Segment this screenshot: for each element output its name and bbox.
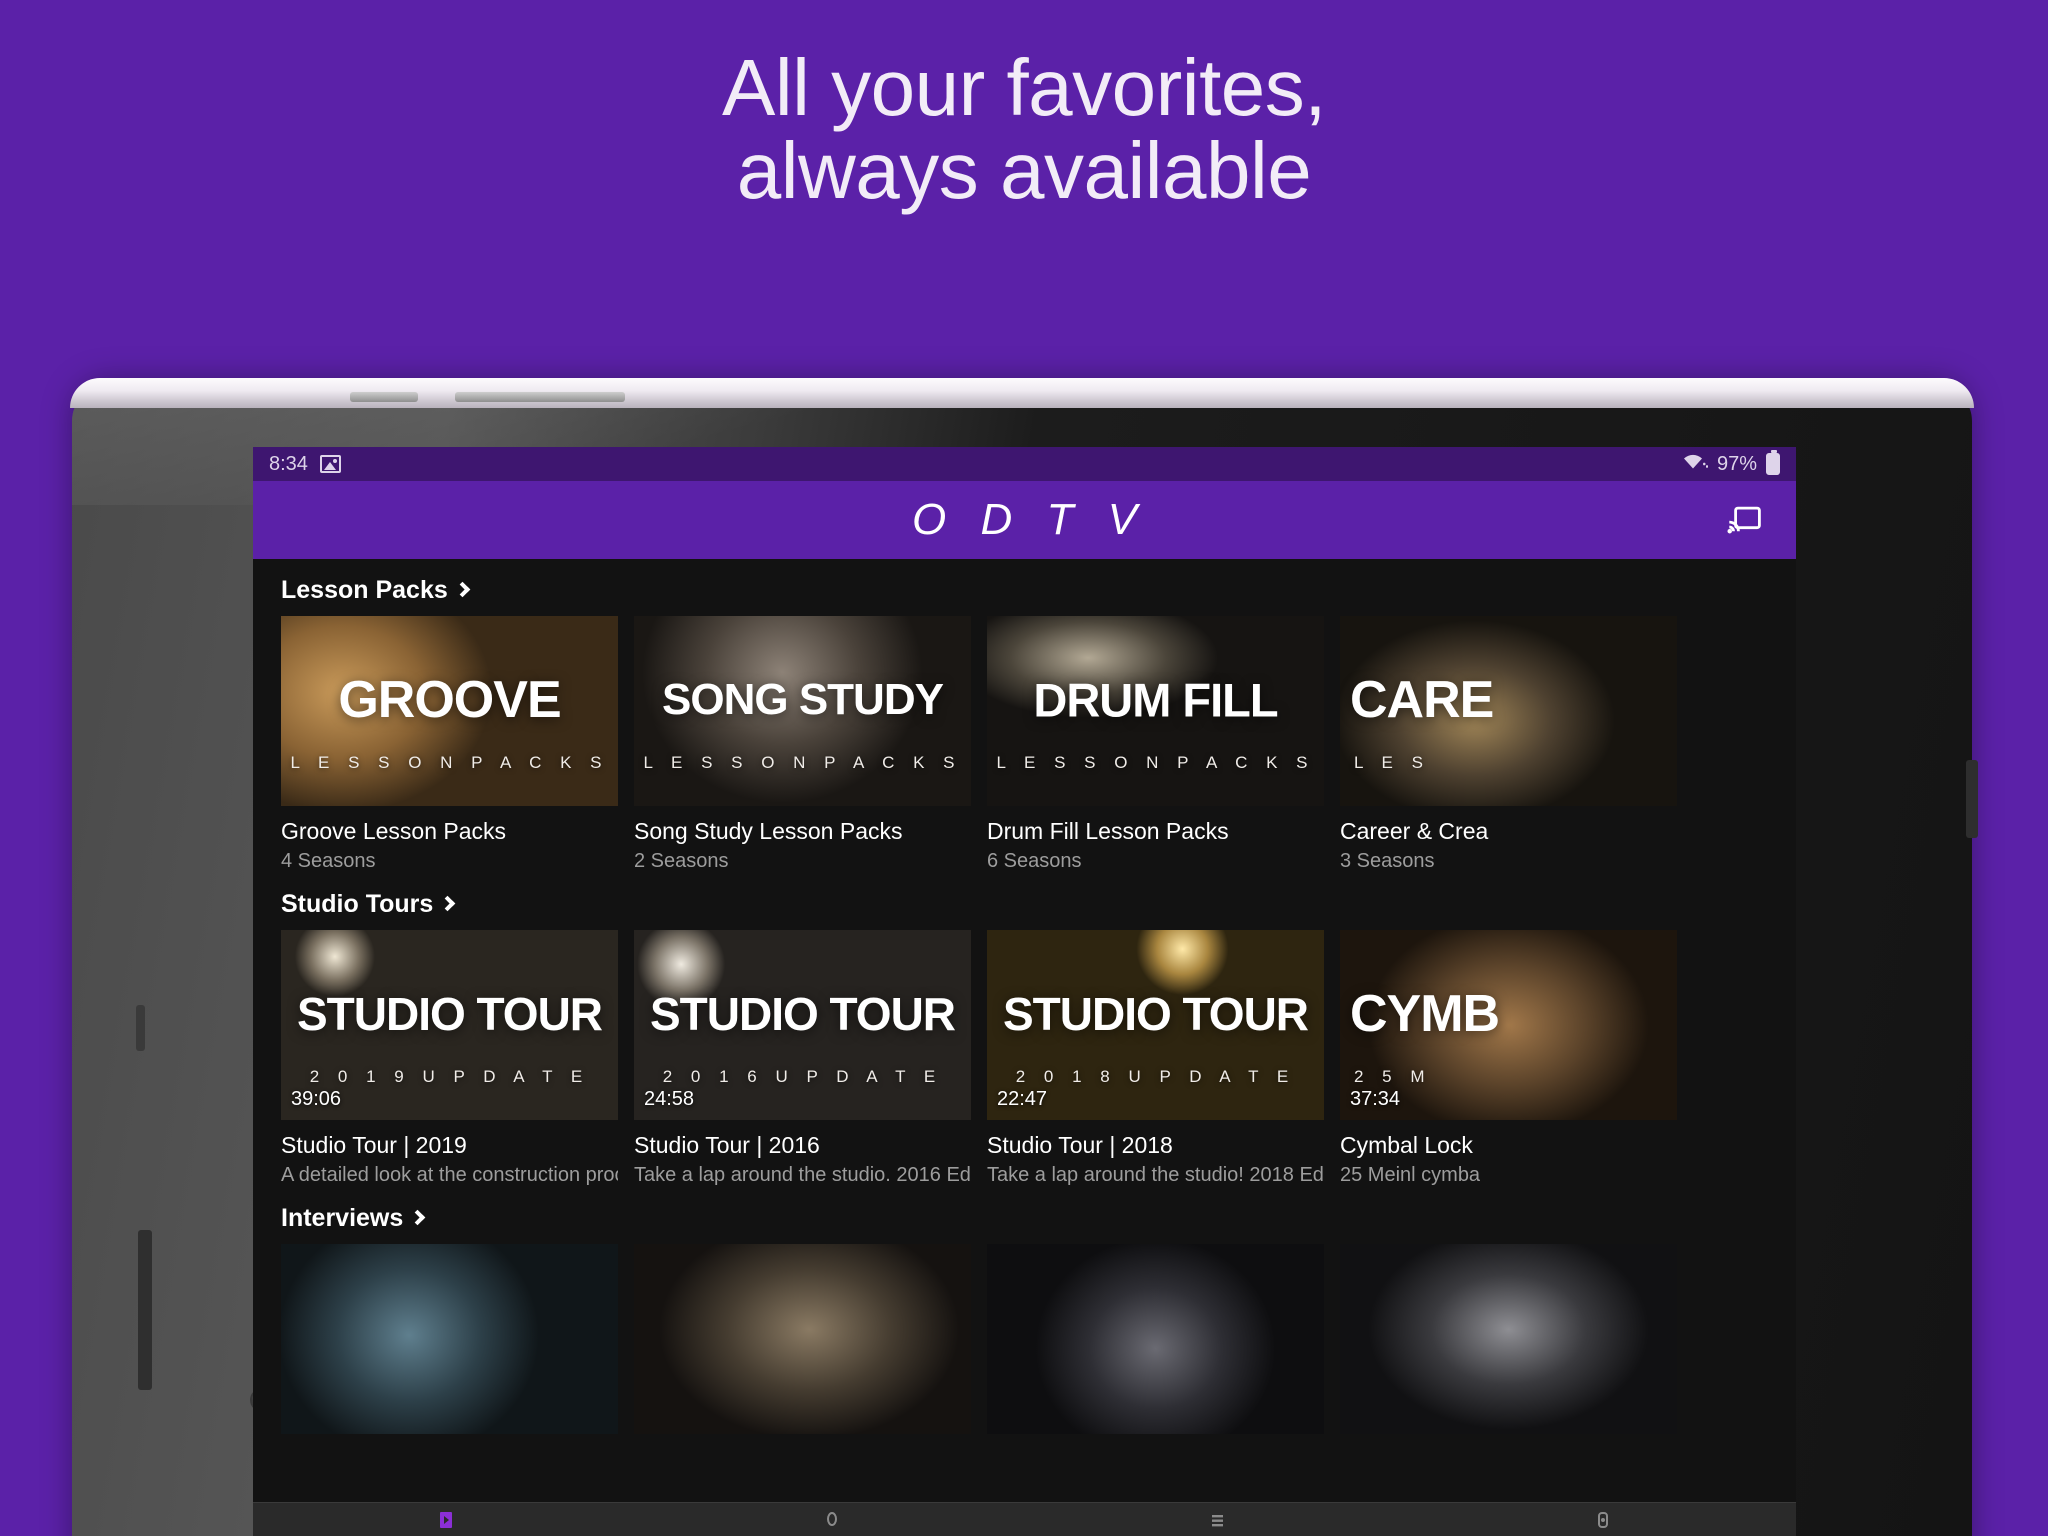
headline-line-2: always available <box>736 126 1312 216</box>
marketing-headline: All your favorites, always available <box>0 46 2048 212</box>
section-header-interviews[interactable]: Interviews <box>253 1187 1796 1244</box>
media-card[interactable] <box>1340 1244 1677 1434</box>
section-title: Interviews <box>281 1204 404 1232</box>
tablet-screen: 8:34 97% O D T V Lesson Packs GROOVE L E… <box>253 447 1796 1536</box>
device-button-right <box>1966 760 1978 838</box>
card-subtitle: Take a lap around the studio. 2016 Editi… <box>634 1164 971 1186</box>
media-card[interactable]: DRUM FILL L E S S O N P A C K S Drum Fil… <box>987 616 1324 873</box>
card-subtitle: 3 Seasons <box>1340 850 1435 872</box>
nav-item-video-library[interactable] <box>253 1503 639 1536</box>
section-header-lesson-packs[interactable]: Lesson Packs <box>253 559 1796 616</box>
thumbnail-overlay-subtitle: 2 0 1 9 U P D A T E <box>309 1066 590 1086</box>
chevron-right-icon[interactable] <box>454 581 471 598</box>
app-bar: O D T V <box>253 481 1796 559</box>
battery-percent: 97% <box>1716 452 1757 475</box>
thumbnail-overlay-title: STUDIO TOUR <box>296 987 603 1040</box>
card-thumbnail[interactable] <box>1340 1244 1677 1434</box>
media-card[interactable] <box>634 1244 971 1434</box>
chevron-right-icon[interactable] <box>440 895 456 912</box>
media-card[interactable]: STUDIO TOUR 2 0 1 8 U P D A T E 22:47 St… <box>987 930 1324 1187</box>
media-card[interactable]: STUDIO TOUR 2 0 1 6 U P D A T E 24:58 St… <box>634 930 971 1187</box>
card-title: Studio Tour | 2016 <box>634 1132 820 1158</box>
section-title: Studio Tours <box>281 890 434 918</box>
card-title: Groove Lesson Packs <box>281 818 507 844</box>
cast-icon[interactable] <box>1724 500 1764 540</box>
thumbnail-overlay-title: STUDIO TOUR <box>649 987 956 1040</box>
card-thumbnail[interactable]: GROOVE L E S S O N P A C K S <box>281 616 618 806</box>
thumbnail-overlay-subtitle: L E S S O N P A C K S <box>290 752 609 772</box>
card-thumbnail[interactable]: CARE L E S <box>1340 616 1677 806</box>
nav-item-list-menu[interactable] <box>1025 1503 1411 1536</box>
card-title: Drum Fill Lesson Packs <box>987 818 1229 844</box>
card-thumbnail[interactable] <box>634 1244 971 1434</box>
device-button-left-mid <box>138 1230 152 1390</box>
media-card[interactable]: STUDIO TOUR 2 0 1 9 U P D A T E 39:06 St… <box>281 930 618 1187</box>
duration-badge: 37:34 <box>1350 1088 1401 1110</box>
media-card[interactable] <box>987 1244 1324 1434</box>
media-card[interactable]: SONG STUDY L E S S O N P A C K S Song St… <box>634 616 971 873</box>
thumbnail-overlay-subtitle: 2 5 M <box>1354 1066 1432 1086</box>
media-card[interactable]: GROOVE L E S S O N P A C K S Groove Less… <box>281 616 618 873</box>
device-button-left-top <box>136 1005 145 1051</box>
carousel-interviews[interactable] <box>253 1244 1796 1434</box>
card-thumbnail[interactable]: STUDIO TOUR 2 0 1 6 U P D A T E 24:58 <box>634 930 971 1120</box>
card-thumbnail[interactable]: DRUM FILL L E S S O N P A C K S <box>987 616 1324 806</box>
nav-item-search[interactable] <box>639 1503 1025 1536</box>
card-subtitle: A detailed look at the construction proc… <box>281 1164 618 1186</box>
carousel-studio-tours[interactable]: STUDIO TOUR 2 0 1 9 U P D A T E 39:06 St… <box>253 930 1796 1187</box>
section-title: Lesson Packs <box>281 576 448 604</box>
thumbnail-overlay-subtitle: 2 0 1 6 U P D A T E <box>662 1066 943 1086</box>
nav-item-account[interactable] <box>1410 1503 1796 1536</box>
battery-icon <box>1766 450 1780 475</box>
thumbnail-overlay-subtitle: 2 0 1 8 U P D A T E <box>1015 1066 1296 1086</box>
card-thumbnail[interactable] <box>987 1244 1324 1434</box>
card-thumbnail[interactable]: SONG STUDY L E S S O N P A C K S <box>634 616 971 806</box>
chevron-right-icon[interactable] <box>410 1209 426 1226</box>
content-area[interactable]: Lesson Packs GROOVE L E S S O N P A C K … <box>253 559 1796 1536</box>
media-card[interactable]: CYMB 2 5 M 37:34 Cymbal Lock 25 Meinl cy… <box>1340 930 1677 1187</box>
bottom-navigation-bar[interactable] <box>253 1502 1796 1536</box>
thumbnail-overlay-title: DRUM FILL <box>1033 673 1278 727</box>
status-bar-time: 8:34 <box>269 452 308 475</box>
card-subtitle: 6 Seasons <box>987 850 1082 872</box>
thumbnail-overlay-subtitle: L E S S O N P A C K S <box>996 752 1315 772</box>
thumbnail-overlay-title: CYMB <box>1350 984 1500 1043</box>
card-subtitle: 2 Seasons <box>634 850 729 872</box>
media-card[interactable] <box>281 1244 618 1434</box>
thumbnail-overlay-subtitle: L E S S O N P A C K S <box>643 752 962 772</box>
thumbnail-overlay-title: SONG STUDY <box>662 674 944 724</box>
thumbnail-overlay-subtitle: L E S <box>1354 752 1430 772</box>
carousel-lesson-packs[interactable]: GROOVE L E S S O N P A C K S Groove Less… <box>253 616 1796 873</box>
rim-notch-b <box>455 392 625 402</box>
tablet-top-rim <box>70 378 1974 408</box>
card-subtitle: 4 Seasons <box>281 850 376 872</box>
card-thumbnail[interactable]: CYMB 2 5 M 37:34 <box>1340 930 1677 1120</box>
thumbnail-overlay-title: GROOVE <box>338 670 561 729</box>
card-title: Cymbal Lock <box>1340 1132 1473 1158</box>
card-title: Career & Crea <box>1340 818 1489 844</box>
thumbnail-overlay-title: STUDIO TOUR <box>1002 987 1309 1040</box>
status-bar: 8:34 97% <box>253 447 1796 481</box>
duration-badge: 22:47 <box>997 1088 1048 1110</box>
thumbnail-overlay-title: CARE <box>1350 670 1494 729</box>
section-header-studio-tours[interactable]: Studio Tours <box>253 873 1796 930</box>
wifi-icon <box>1682 451 1708 477</box>
headline-line-1: All your favorites, <box>721 43 1327 132</box>
card-thumbnail[interactable]: STUDIO TOUR 2 0 1 8 U P D A T E 22:47 <box>987 930 1324 1120</box>
card-subtitle: 25 Meinl cymba <box>1340 1164 1481 1186</box>
card-title: Studio Tour | 2018 <box>987 1132 1173 1158</box>
duration-badge: 39:06 <box>291 1088 342 1110</box>
rim-notch-a <box>350 392 418 402</box>
card-title: Studio Tour | 2019 <box>281 1132 467 1158</box>
card-subtitle: Take a lap around the studio! 2018 Editi… <box>987 1164 1324 1186</box>
card-thumbnail[interactable]: STUDIO TOUR 2 0 1 9 U P D A T E 39:06 <box>281 930 618 1120</box>
card-title: Song Study Lesson Packs <box>634 818 903 844</box>
media-card[interactable]: CARE L E S Career & Crea 3 Seasons <box>1340 616 1677 873</box>
app-brand-title: O D T V <box>912 495 1148 544</box>
card-thumbnail[interactable] <box>281 1244 618 1434</box>
image-icon <box>319 455 341 473</box>
duration-badge: 24:58 <box>644 1088 695 1110</box>
